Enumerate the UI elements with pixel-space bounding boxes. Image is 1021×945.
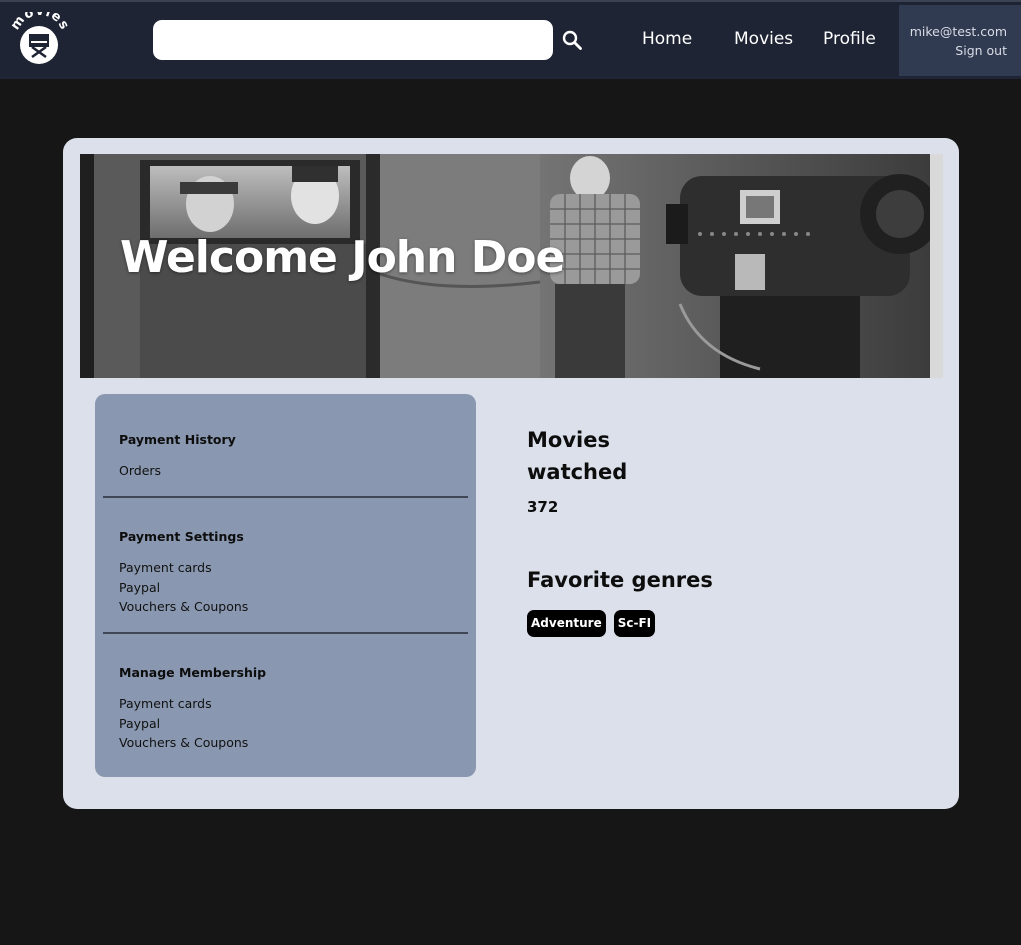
search-input[interactable]	[153, 20, 553, 60]
section-divider	[103, 496, 468, 498]
manage-membership-section: Manage Membership Payment cards Paypal V…	[119, 665, 266, 753]
payment-settings-section: Payment Settings Payment cards Paypal Vo…	[119, 529, 248, 617]
section-divider	[103, 632, 468, 634]
favorite-genres-label: Favorite genres	[527, 568, 713, 592]
sidebar-item-membership-vouchers-coupons[interactable]: Vouchers & Coupons	[119, 733, 266, 753]
section-heading: Manage Membership	[119, 665, 267, 680]
search-button[interactable]	[560, 28, 584, 52]
movies-watched-stat: Movies watched 372	[527, 424, 657, 516]
profile-card: Welcome John Doe Payment History Orders …	[63, 138, 959, 809]
movies-logo[interactable]: movies	[8, 4, 71, 68]
nav-home-link[interactable]: Home	[642, 29, 692, 49]
genre-tag-sci-fi[interactable]: Sc-FI	[613, 610, 656, 637]
top-navbar: movies Home Movies Profile mike@test.com…	[0, 0, 1021, 77]
payment-history-section: Payment History Orders	[119, 432, 236, 481]
genre-tag-list: Adventure Sc-FI	[527, 610, 656, 637]
sign-out-link[interactable]: Sign out	[899, 41, 1007, 60]
sidebar-item-membership-paypal[interactable]: Paypal	[119, 714, 266, 734]
sidebar-item-orders[interactable]: Orders	[119, 461, 236, 481]
nav-profile-link[interactable]: Profile	[823, 29, 876, 49]
profile-hero-banner: Welcome John Doe	[80, 154, 943, 378]
sidebar-item-membership-payment-cards[interactable]: Payment cards	[119, 694, 266, 714]
movies-watched-count: 372	[527, 498, 559, 516]
welcome-heading: Welcome John Doe	[120, 232, 565, 283]
account-menu: mike@test.com Sign out	[899, 5, 1021, 76]
search-icon	[562, 30, 582, 50]
movies-watched-label: Movies watched	[527, 428, 628, 484]
nav-movies-link[interactable]: Movies	[734, 29, 793, 49]
sidebar-item-paypal[interactable]: Paypal	[119, 578, 248, 598]
account-email: mike@test.com	[909, 24, 1007, 39]
sidebar-item-vouchers-coupons[interactable]: Vouchers & Coupons	[119, 597, 248, 617]
logo-icon: movies	[8, 4, 71, 64]
account-sidebar: Payment History Orders Payment Settings …	[95, 394, 476, 777]
section-heading: Payment History	[119, 432, 236, 447]
genre-tag-adventure[interactable]: Adventure	[527, 610, 606, 637]
section-heading: Payment Settings	[119, 529, 244, 544]
sidebar-item-payment-cards[interactable]: Payment cards	[119, 558, 248, 578]
